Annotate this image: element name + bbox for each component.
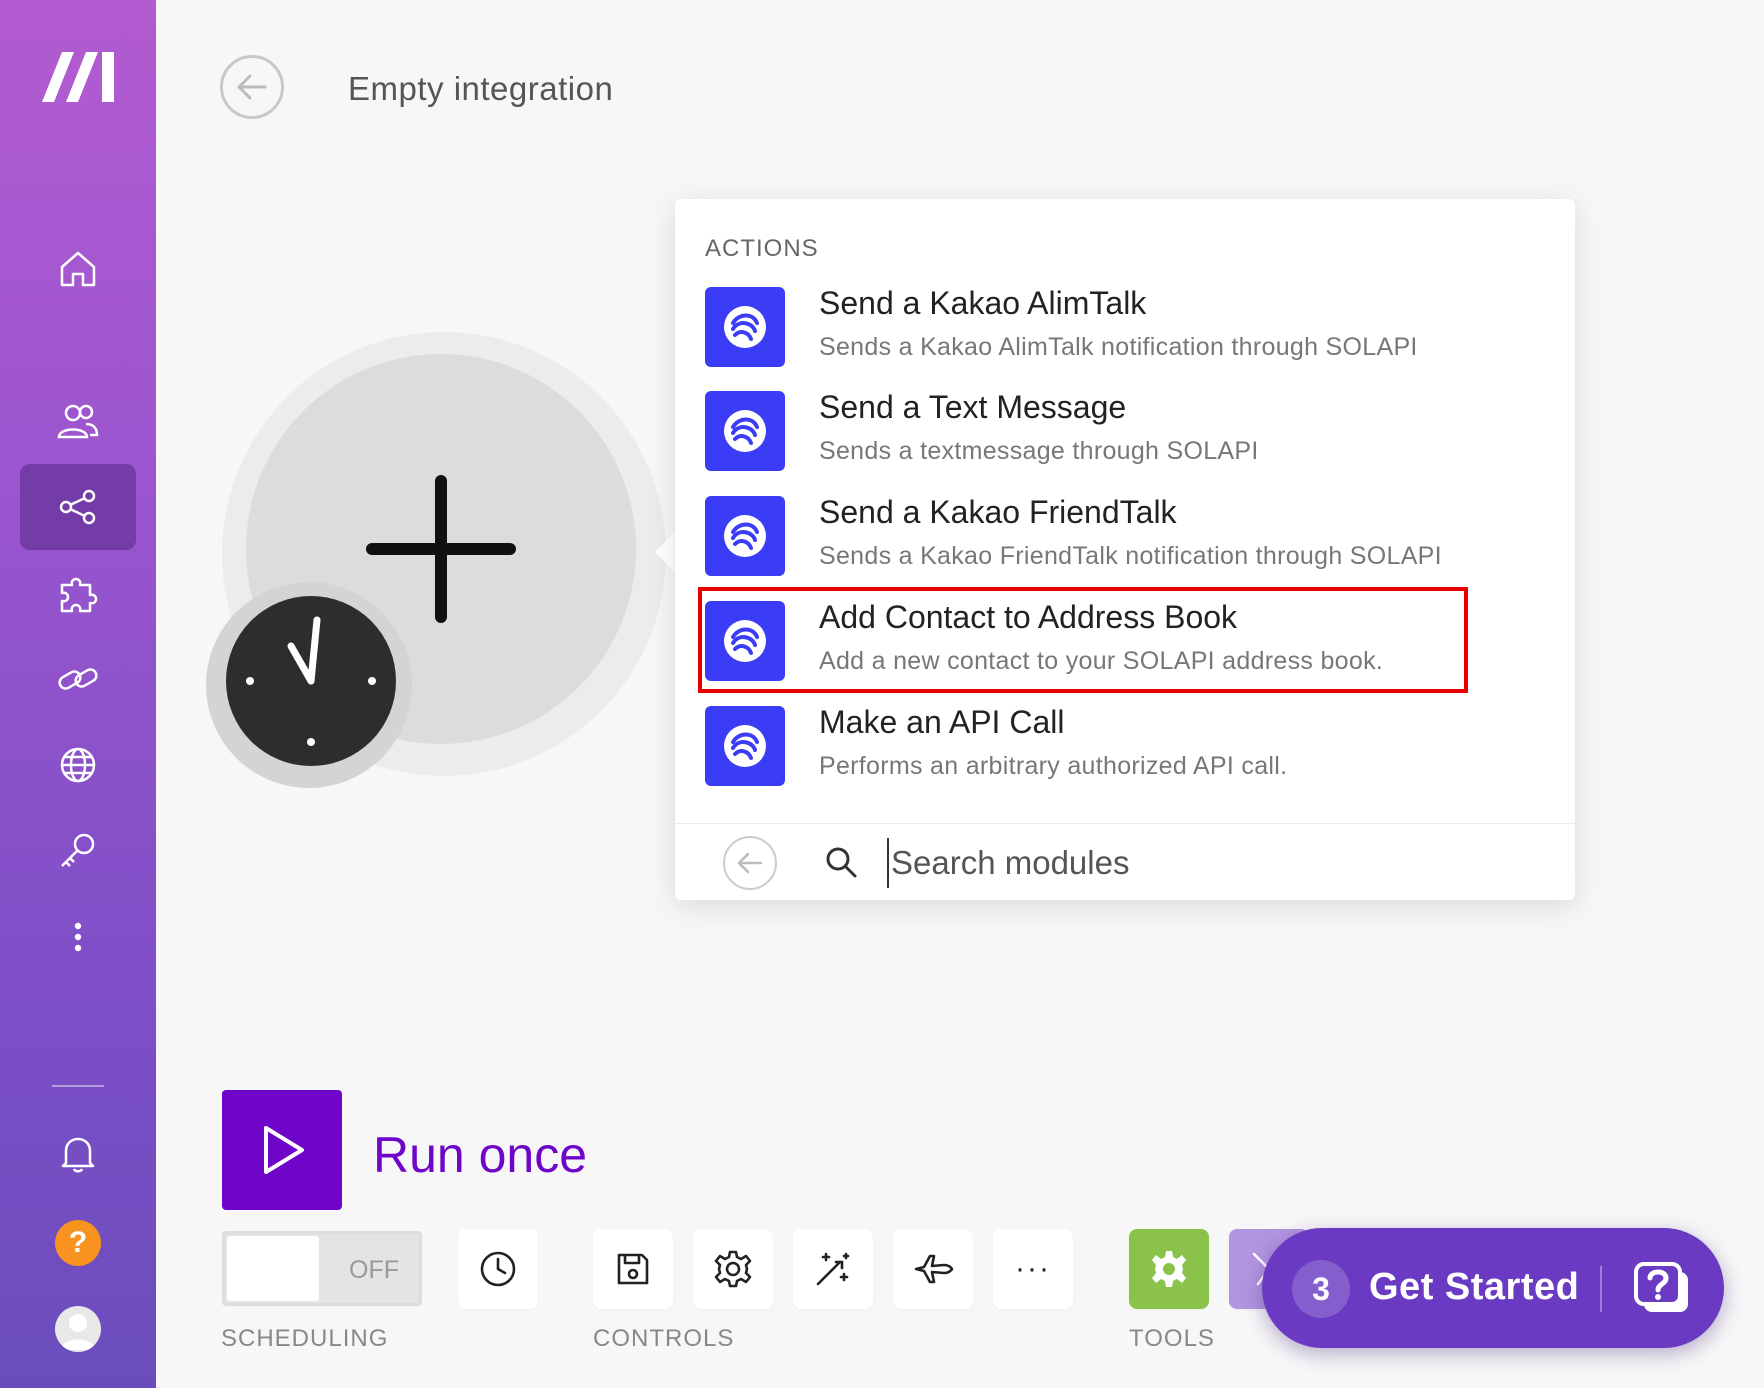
sidebar-item-home[interactable] — [20, 226, 136, 312]
sidebar-divider — [52, 1085, 104, 1087]
action-description: Sends a Kakao FriendTalk notification th… — [819, 542, 1442, 570]
toggle-knob — [227, 1236, 319, 1301]
help-button[interactable]: ? — [55, 1220, 101, 1266]
run-once-button[interactable] — [222, 1090, 342, 1210]
arrow-left-icon — [237, 74, 267, 100]
users-icon — [57, 404, 99, 439]
sidebar-item-keys[interactable] — [20, 808, 136, 894]
get-started-divider — [1600, 1266, 1602, 1312]
tools-label: TOOLS — [1129, 1325, 1215, 1352]
action-title: Send a Kakao FriendTalk — [819, 494, 1177, 530]
sidebar-item-connections[interactable] — [20, 636, 136, 722]
sidebar: ? — [0, 0, 156, 1388]
get-started-count-badge: 3 — [1292, 1260, 1350, 1318]
more-options-button[interactable]: ··· — [993, 1229, 1073, 1309]
popup-back-button[interactable] — [723, 836, 777, 890]
globe-icon — [60, 747, 96, 783]
share-icon — [59, 489, 96, 525]
highlight-box — [698, 587, 1468, 693]
sidebar-item-notifications[interactable] — [20, 1110, 136, 1196]
auto-align-button[interactable] — [793, 1229, 873, 1309]
action-send-kakao-friendtalk[interactable]: Send a Kakao FriendTalk Sends a Kakao Fr… — [705, 486, 1505, 586]
action-send-text-message[interactable]: Send a Text Message Sends a textmessage … — [705, 381, 1505, 481]
sidebar-item-templates[interactable] — [20, 550, 136, 636]
action-send-kakao-alimtalk[interactable]: Send a Kakao AlimTalk Sends a Kakao Alim… — [705, 277, 1505, 377]
sidebar-item-more[interactable] — [20, 894, 136, 980]
tools-button[interactable] — [1129, 1229, 1209, 1309]
scheduling-label: SCHEDULING — [221, 1325, 389, 1352]
help-icon: ? — [68, 1226, 88, 1259]
get-started-label: Get Started — [1369, 1266, 1580, 1308]
solapi-app-icon — [705, 706, 785, 786]
play-icon — [264, 1126, 304, 1174]
puzzle-icon — [60, 577, 98, 613]
make-logo-icon[interactable] — [40, 50, 116, 104]
arrow-left-icon — [737, 852, 763, 874]
action-description: Sends a textmessage through SOLAPI — [819, 437, 1259, 465]
gear-icon — [714, 1250, 752, 1288]
save-button[interactable] — [593, 1229, 673, 1309]
section-label: ACTIONS — [705, 235, 819, 262]
page-title[interactable]: Empty integration — [348, 70, 613, 108]
action-title: Send a Text Message — [819, 389, 1127, 425]
schedule-clock-button[interactable] — [226, 596, 396, 766]
sidebar-item-webhooks[interactable] — [20, 722, 136, 808]
get-started-button[interactable]: 3 Get Started — [1262, 1228, 1724, 1348]
clock-icon — [246, 616, 376, 746]
link-icon — [58, 668, 98, 690]
help-chat-icon — [1634, 1262, 1688, 1312]
scenario-settings-button[interactable] — [693, 1229, 773, 1309]
search-icon — [826, 847, 857, 878]
sidebar-item-team[interactable] — [20, 378, 136, 464]
controls-label: CONTROLS — [593, 1325, 735, 1352]
module-picker-popup: ACTIONS Send a Kakao AlimTalk Sends a Ka… — [675, 199, 1575, 900]
action-description: Performs an arbitrary authorized API cal… — [819, 752, 1288, 780]
schedule-settings-button[interactable] — [458, 1229, 538, 1309]
popup-footer — [675, 823, 1575, 900]
bell-icon — [61, 1137, 95, 1173]
toggle-state-label: OFF — [349, 1256, 399, 1284]
scheduling-toggle[interactable]: OFF — [222, 1231, 422, 1306]
action-title: Send a Kakao AlimTalk — [819, 285, 1147, 321]
back-button[interactable] — [220, 55, 284, 119]
solapi-app-icon — [705, 391, 785, 471]
key-icon — [61, 833, 95, 867]
action-title: Make an API Call — [819, 704, 1065, 740]
airplane-icon — [914, 1254, 954, 1284]
more-vertical-icon — [74, 922, 82, 952]
solapi-app-icon — [705, 496, 785, 576]
run-once-label[interactable]: Run once — [373, 1126, 587, 1184]
sidebar-item-scenarios[interactable] — [20, 464, 136, 550]
magic-wand-icon — [816, 1252, 850, 1286]
clock-icon — [480, 1251, 516, 1287]
plus-icon-horizontal — [366, 543, 516, 555]
gear-icon — [1152, 1251, 1186, 1287]
more-horizontal-icon: ··· — [1015, 1252, 1051, 1285]
save-icon — [617, 1253, 649, 1285]
explain-flow-button[interactable] — [893, 1229, 973, 1309]
avatar[interactable] — [55, 1306, 101, 1352]
popup-pointer — [655, 530, 677, 574]
action-description: Sends a Kakao AlimTalk notification thro… — [819, 333, 1418, 361]
solapi-app-icon — [705, 287, 785, 367]
action-make-api-call[interactable]: Make an API Call Performs an arbitrary a… — [705, 696, 1505, 796]
home-icon — [60, 251, 96, 287]
user-avatar-icon — [61, 1314, 95, 1350]
search-modules-input[interactable] — [887, 838, 1527, 888]
